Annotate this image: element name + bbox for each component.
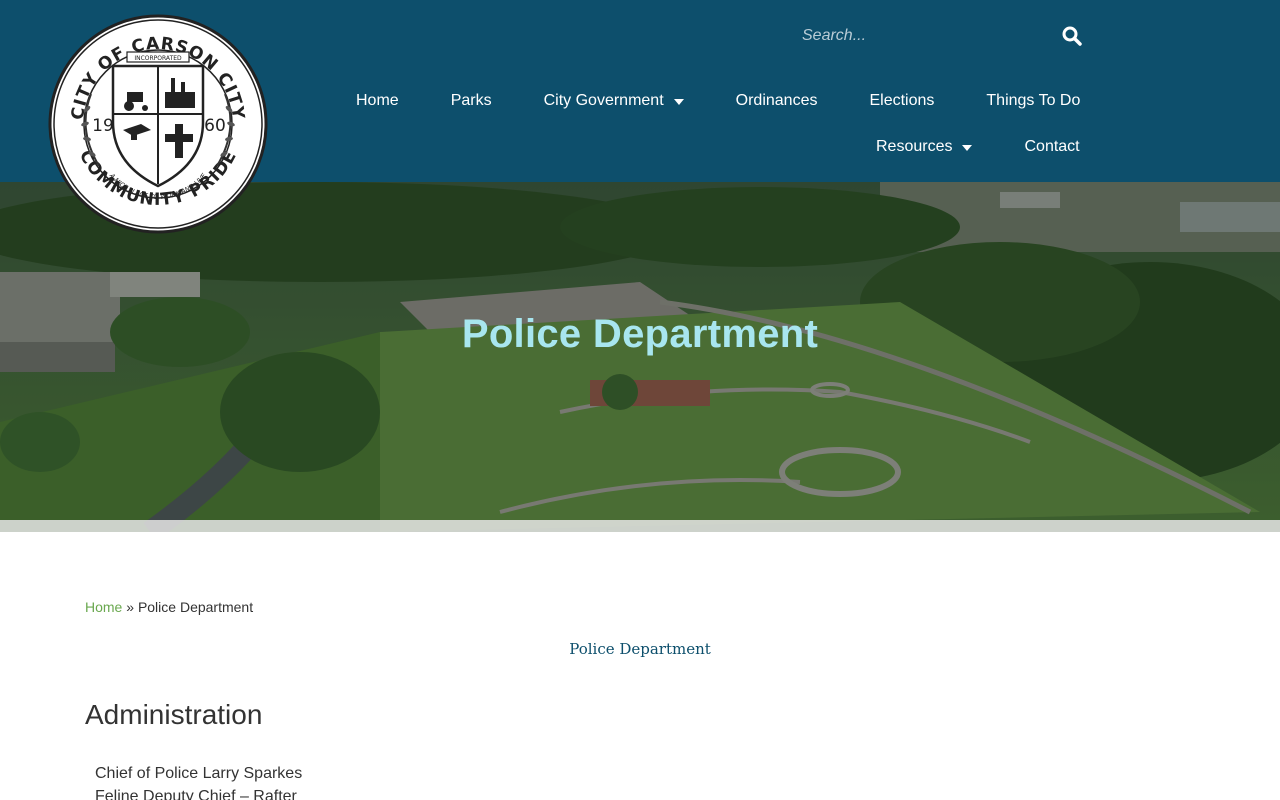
caret-down-icon <box>962 145 973 151</box>
city-seal-logo[interactable]: CITY OF CARSON CITY COMMUNITY PRIDE A NI… <box>47 14 269 234</box>
nav-home-label: Home <box>356 92 399 109</box>
aerial-park-image <box>0 182 1280 532</box>
nav-contact[interactable]: Contact <box>998 134 1105 160</box>
hero-banner: Police Department <box>0 182 1280 532</box>
nav-home[interactable]: Home <box>330 88 425 114</box>
section-heading-administration: Administration <box>85 699 263 730</box>
breadcrumb-home-link[interactable]: Home <box>85 599 122 615</box>
staff-item: Feline Deputy Chief – Rafter <box>95 788 297 800</box>
nav-resources-label: Resources <box>876 138 953 155</box>
search-input[interactable] <box>790 18 1090 54</box>
page-subtitle: Police Department <box>569 640 711 658</box>
svg-text:60: 60 <box>204 116 226 136</box>
breadcrumb: Home » Police Department <box>85 599 253 615</box>
breadcrumb-separator: » <box>122 599 138 615</box>
nav-parks[interactable]: Parks <box>425 88 518 114</box>
nav-elections-label: Elections <box>869 92 935 109</box>
svg-text:INCORPORATED: INCORPORATED <box>134 55 182 62</box>
nav-elections[interactable]: Elections <box>843 88 960 114</box>
staff-item: Chief of Police Larry Sparkes <box>95 765 303 782</box>
nav-things-to-do[interactable]: Things To Do <box>960 88 1106 114</box>
svg-text:19: 19 <box>92 116 114 136</box>
nav-things-to-do-label: Things To Do <box>986 92 1081 109</box>
nav-ordinances[interactable]: Ordinances <box>710 88 844 114</box>
search-bar <box>790 18 1090 54</box>
nav-contact-label: Contact <box>1024 138 1080 155</box>
breadcrumb-current: Police Department <box>137 599 254 615</box>
main-nav-row-1: Home Parks City Government Ordinances El… <box>330 88 1106 114</box>
main-nav-row-2: Resources Contact <box>850 134 1106 160</box>
hero-title: Police Department <box>461 312 819 356</box>
nav-ordinances-label: Ordinances <box>735 92 818 109</box>
nav-city-government-label: City Government <box>543 92 664 109</box>
nav-city-government[interactable]: City Government <box>518 88 710 114</box>
caret-down-icon <box>673 99 684 105</box>
nav-resources[interactable]: Resources <box>850 134 998 160</box>
nav-parks-label: Parks <box>450 92 492 109</box>
staff-list: Chief of Police Larry Sparkes Feline Dep… <box>95 762 302 800</box>
search-icon[interactable] <box>1060 24 1084 48</box>
hero-bottom-strip <box>0 520 1280 532</box>
